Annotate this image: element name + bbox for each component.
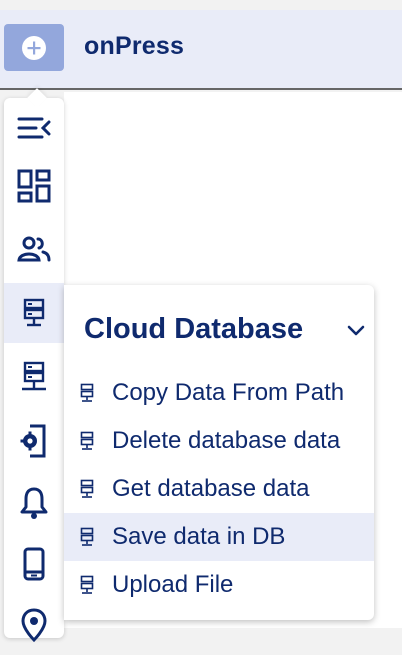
app-title: onPress — [84, 32, 185, 60]
sidebar-item-database-export[interactable] — [4, 347, 64, 407]
database-icon — [80, 478, 96, 500]
sidebar-item-mobile[interactable] — [4, 534, 64, 594]
sidebar-rail — [4, 88, 64, 642]
app-header: onPress — [0, 10, 402, 90]
sidebar-item-dashboard[interactable] — [4, 156, 64, 216]
database-icon — [80, 574, 96, 596]
menu-item-save-data-in-db[interactable]: Save data in DB — [64, 513, 374, 561]
database-icon — [22, 298, 46, 328]
settings-device-icon — [20, 424, 48, 458]
database-icon — [80, 430, 96, 452]
menu-item-label: Copy Data From Path — [112, 379, 345, 406]
menu-item-label: Upload File — [112, 571, 234, 598]
menu-item-upload-file[interactable]: Upload File — [64, 561, 374, 609]
sidebar-item-users[interactable] — [4, 219, 64, 279]
menu-item-delete-database-data[interactable]: Delete database data — [64, 417, 374, 465]
menu-item-copy-data-from-path[interactable]: Copy Data From Path — [64, 369, 374, 417]
menu-item-label: Get database data — [112, 475, 310, 502]
users-icon — [17, 235, 51, 263]
collapse-menu-icon — [16, 115, 52, 141]
bell-icon — [19, 486, 49, 520]
sidebar-item-database[interactable] — [4, 283, 64, 343]
cloud-database-menu: Cloud Database Copy Data From Path Delet… — [64, 285, 374, 620]
mobile-phone-icon — [22, 547, 46, 581]
database-export-icon — [20, 361, 48, 393]
plus-circle-icon — [21, 35, 47, 61]
sidebar-item-location[interactable] — [4, 595, 64, 655]
database-icon — [80, 382, 96, 404]
database-icon — [80, 526, 96, 548]
menu-item-label: Delete database data — [112, 427, 341, 454]
menu-item-label: Save data in DB — [112, 523, 286, 550]
menu-list: Copy Data From Path Delete database data… — [64, 369, 374, 609]
sidebar-item-collapse[interactable] — [4, 98, 64, 158]
menu-item-get-database-data[interactable]: Get database data — [64, 465, 374, 513]
sidebar-item-notifications[interactable] — [4, 473, 64, 533]
location-pin-icon — [20, 608, 48, 642]
sidebar-item-device-settings[interactable] — [4, 411, 64, 471]
chevron-down-icon[interactable] — [347, 325, 365, 337]
menu-section-title: Cloud Database — [84, 313, 304, 345]
add-button[interactable] — [4, 24, 64, 71]
dashboard-grid-icon — [17, 169, 51, 203]
